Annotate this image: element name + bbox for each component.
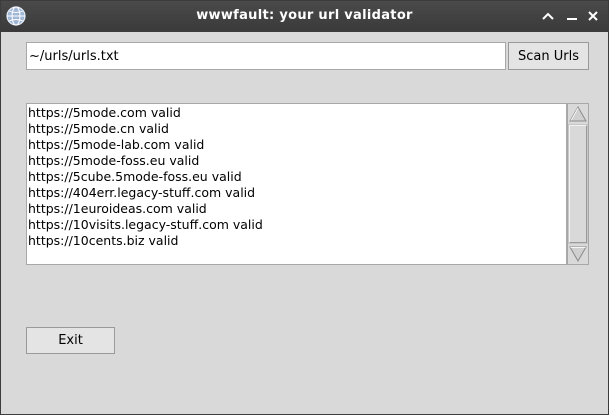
title-bar[interactable]: wwwfault: your url validator — [1, 1, 608, 32]
results-list: https://5mode.com valid https://5mode.cn… — [27, 104, 566, 249]
chevron-up-icon[interactable] — [538, 6, 558, 26]
results-listbox[interactable]: https://5mode.com valid https://5mode.cn… — [26, 103, 567, 265]
exit-button[interactable]: Exit — [26, 327, 115, 354]
app-window: wwwfault: your url validator Scan Urls h… — [0, 0, 609, 415]
minimize-icon[interactable] — [562, 6, 582, 26]
scroll-down-arrow-icon[interactable] — [568, 244, 588, 264]
list-item[interactable]: https://5mode.com valid — [27, 105, 566, 121]
list-item[interactable]: https://5mode-foss.eu valid — [27, 153, 566, 169]
list-item[interactable]: https://5mode-lab.com valid — [27, 137, 566, 153]
results-scrollbar[interactable] — [567, 103, 589, 265]
close-icon[interactable] — [583, 6, 603, 26]
window-title: wwwfault: your url validator — [196, 8, 413, 23]
file-path-input[interactable] — [26, 42, 506, 70]
list-item[interactable]: https://1euroideas.com valid — [27, 201, 566, 217]
scroll-thumb[interactable] — [569, 125, 587, 243]
list-item[interactable]: https://10visits.legacy-stuff.com valid — [27, 217, 566, 233]
scroll-up-arrow-icon[interactable] — [568, 104, 588, 124]
list-item[interactable]: https://404err.legacy-stuff.com valid — [27, 185, 566, 201]
scan-urls-button[interactable]: Scan Urls — [508, 42, 589, 70]
list-item[interactable]: https://5mode.cn valid — [27, 121, 566, 137]
list-item[interactable]: https://10cents.biz valid — [27, 233, 566, 249]
list-item[interactable]: https://5cube.5mode-foss.eu valid — [27, 169, 566, 185]
